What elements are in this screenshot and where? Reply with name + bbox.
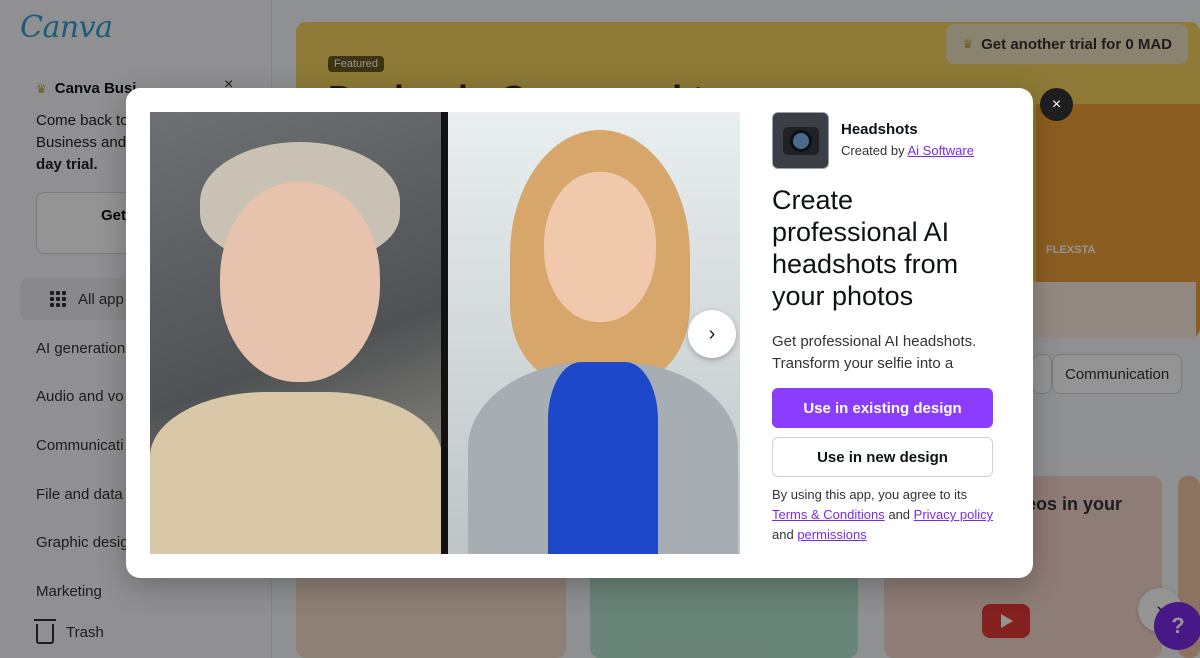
creator-link[interactable]: Ai Software	[908, 143, 974, 158]
terms-text: By using this app, you agree to its Term…	[772, 485, 997, 545]
use-in-new-design-button[interactable]: Use in new design	[772, 437, 993, 477]
privacy-link[interactable]: Privacy policy	[914, 507, 993, 522]
terms-and: and	[888, 507, 911, 522]
preview-next-button[interactable]: ›	[688, 310, 736, 358]
app-creator: Created by Ai Software	[841, 143, 974, 158]
chevron-right-icon: ›	[708, 322, 716, 345]
close-icon: ×	[1051, 95, 1062, 113]
terms-prefix: By using this app, you agree to its	[772, 487, 968, 502]
permissions-link[interactable]: permissions	[797, 527, 866, 542]
use-in-existing-design-button[interactable]: Use in existing design	[772, 388, 993, 428]
created-by-label: Created by	[841, 143, 905, 158]
camera-icon	[772, 112, 829, 169]
before-photo	[150, 112, 442, 554]
image-divider	[441, 112, 448, 554]
terms-link[interactable]: Terms & Conditions	[772, 507, 885, 522]
app-details-modal: › Headshots Created by Ai Software Creat…	[126, 88, 1033, 578]
modal-description: Get professional AI headshots. Transform…	[772, 333, 977, 372]
terms-and-2: and	[772, 527, 794, 542]
close-modal-button[interactable]: ×	[1040, 88, 1073, 121]
app-name: Headshots	[841, 121, 918, 138]
preview-image	[150, 112, 740, 554]
modal-headline: Create professional AI headshots from yo…	[772, 185, 959, 311]
